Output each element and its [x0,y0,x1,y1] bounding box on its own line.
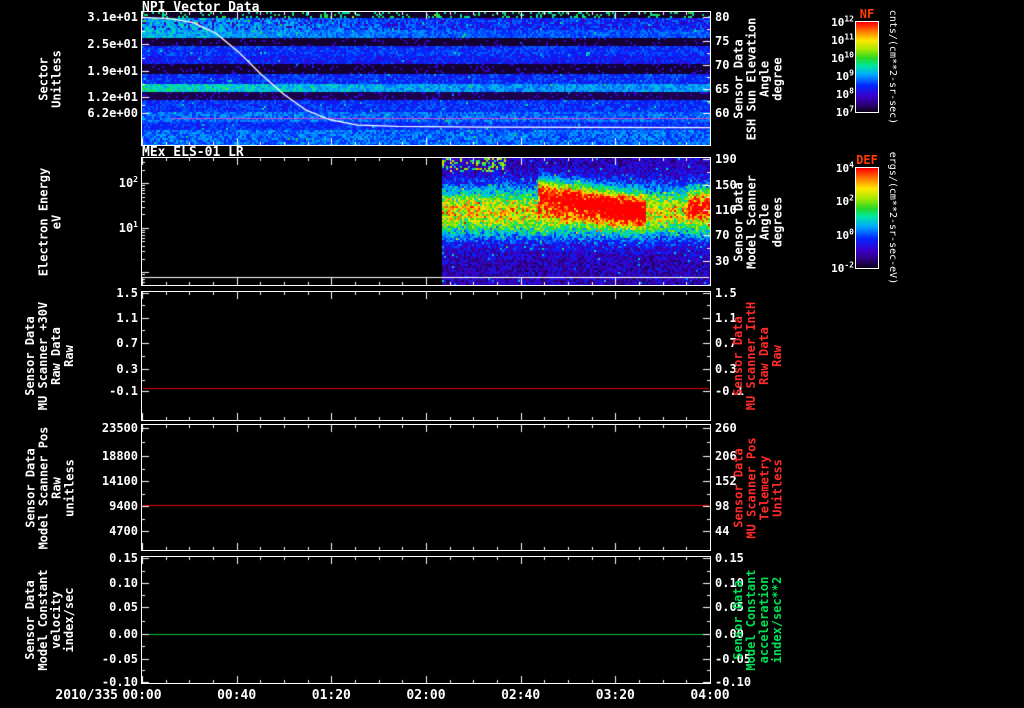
y-tick-label-left: 2.5e+01 [87,37,138,52]
colorbar-gradient [856,22,878,112]
y-tick-label-left: 102 [118,175,138,191]
y-axis-label-right: Sensor Data ESH Sun Elevation Angle degree [731,17,784,140]
colorbar-tick-label: 107 [835,104,854,119]
colorbar-tick-label: 100 [835,227,854,242]
y-tick-label-left: 101 [118,219,138,235]
plot-frame-1 [141,11,711,146]
plot-canvas-1 [142,12,710,145]
plot-frame-5 [141,556,711,684]
x-axis-tick-label: 02:40 [501,688,541,703]
colorbar-1 [855,21,879,113]
colorbar-tick-label: 1010 [831,50,854,65]
colorbar-2 [855,167,879,269]
plot-canvas-5 [142,557,710,683]
y-axis-label-left: Electron Energy eV [36,167,63,276]
y-tick-label-left: 3.1e+01 [87,10,138,25]
y-tick-label-left: 1.2e+01 [87,89,138,104]
y-axis-label-right: Sensor Data MU Scanner Pos Telemetry Unitle… [731,436,784,539]
plot-canvas-3 [142,292,710,420]
x-axis-tick-label: 01:20 [311,688,351,703]
y-axis-label-left: Sensor Data MU Scanner +30V Raw Data Raw [23,301,76,411]
colorbar-tick-label: 102 [835,193,854,209]
y-axis-label-right: Sensor Data MU Scanner IntH Raw Data Raw [731,301,784,411]
colorbar-gradient [856,168,878,268]
colorbar2-title: DEF [856,153,878,167]
x-axis-tick-label: 00:40 [217,688,257,703]
colorbar-tick-label: 1011 [831,32,854,47]
y-axis-label-left: Sector Unitless [36,49,63,108]
y-axis-label-right: Sensor Data Model Constant acceleration ind… [731,569,784,671]
y-tick-label-left: 6.2e+00 [87,105,138,120]
plot-frame-2 [141,157,711,286]
y-axis-label-right: Sensor Data Model Scanner Angle degrees [731,174,784,269]
plot-canvas-4 [142,425,710,550]
colorbar-units: cnts/(cm**2-sr-sec) [887,9,898,125]
y-axis-label-left: Sensor Data Model Scanner Pos Raw unitless [23,426,76,549]
colorbar-tick-label: 109 [835,68,854,83]
colorbar-tick-label: 1012 [831,14,854,29]
colorbar-units: ergs/(cm**2-sr-sec-eV) [887,151,898,285]
plot-frame-3 [141,291,711,421]
y-tick-label-left: 1.9e+01 [87,64,138,79]
colorbar-tick-label: 10-2 [831,260,854,275]
colorbar-tick-label: 108 [835,86,854,101]
x-axis-tick-label: 02:00 [406,688,446,703]
x-axis-date: 2010/335 [55,688,118,703]
spectrogram-dashboard: NPI Vector Data MEx ELS-01 LR NF DEF 201… [0,0,1024,708]
x-axis-tick-label: 04:00 [690,688,730,703]
colorbar-tick-label: 104 [835,160,854,175]
y-axis-label-left: Sensor Data Model Constant velocity index/s… [23,569,76,671]
colorbar1-title: NF [859,7,875,21]
plot-canvas-2 [142,158,710,285]
plot-frame-4 [141,424,711,551]
x-axis-tick-label: 03:20 [595,688,635,703]
x-axis-tick-label: 00:00 [122,688,162,703]
